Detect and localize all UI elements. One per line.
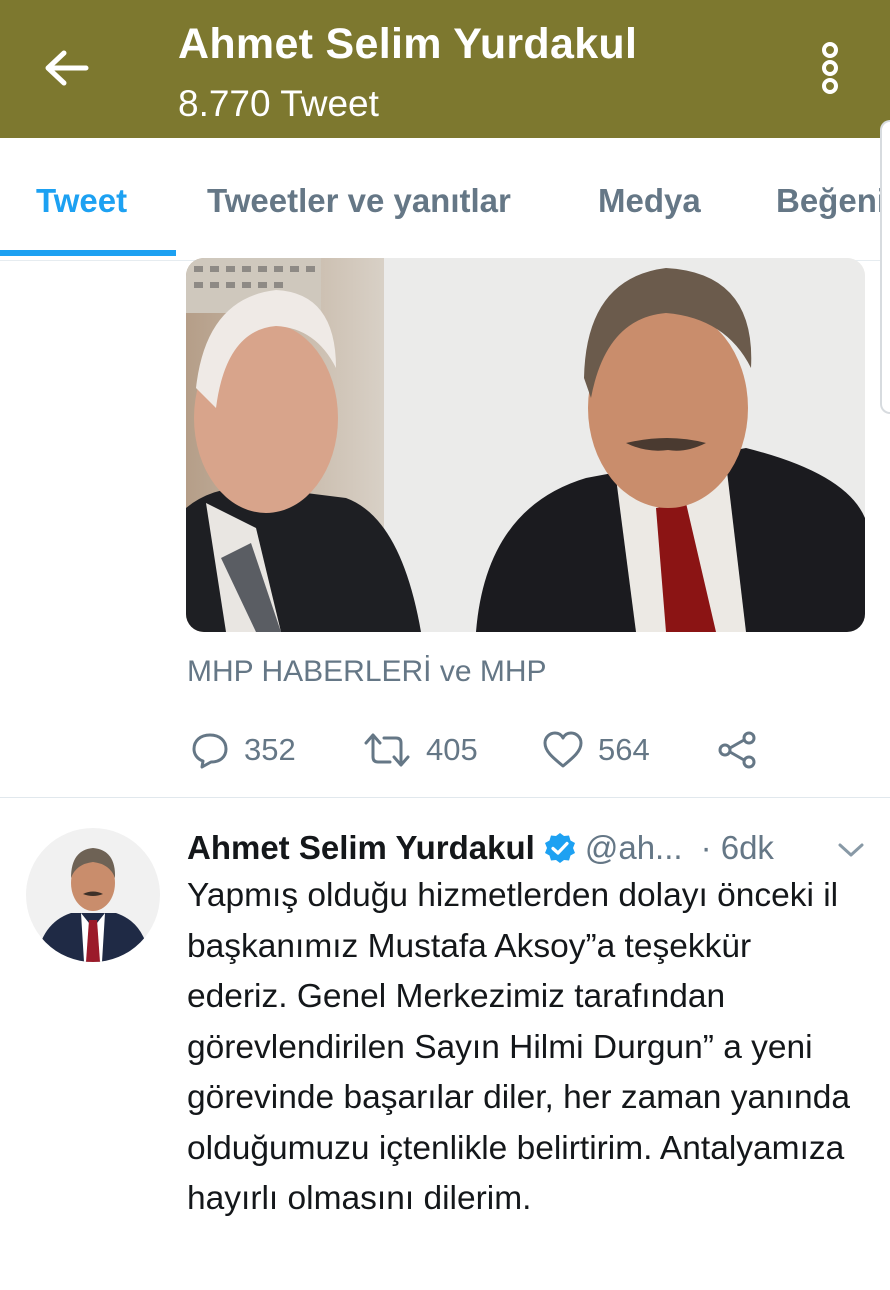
reply-button[interactable]: 352 [190, 725, 296, 775]
more-vertical-icon [822, 42, 838, 94]
avatar-image [26, 828, 160, 962]
scrollbar[interactable] [880, 120, 890, 414]
photo-image [186, 258, 865, 632]
tweet-divider [0, 797, 890, 798]
tweet-author-handle[interactable]: @ah... [585, 829, 683, 867]
tweet-options-button[interactable] [836, 838, 866, 862]
retweet-icon [364, 733, 410, 767]
active-tab-indicator [0, 250, 176, 256]
retweet-button[interactable]: 405 [362, 725, 478, 775]
like-button[interactable]: 564 [542, 725, 650, 775]
tweet-text: Yapmış olduğu hizmetlerden dolayı önceki… [187, 877, 850, 1217]
tweet-author-name[interactable]: Ahmet Selim Yurdakul [187, 829, 535, 867]
reply-icon [192, 733, 228, 769]
tweet-header: Ahmet Selim Yurdakul @ah... · 6dk [187, 826, 774, 870]
tweet-source-label[interactable]: MHP HABERLERİ ve MHP [187, 655, 547, 689]
profile-header: Ahmet Selim Yurdakul 8.770 Tweet [0, 0, 890, 138]
like-count: 564 [598, 732, 650, 767]
tweet-count: 8.770 Tweet [178, 83, 379, 124]
verified-badge-icon [544, 833, 575, 863]
reply-count: 352 [244, 732, 296, 767]
retweet-count: 405 [426, 732, 478, 767]
tab-tweets-and-replies[interactable]: Tweetler ve yanıtlar [207, 182, 511, 220]
page-title: Ahmet Selim Yurdakul [178, 20, 638, 68]
tab-likes[interactable]: Beğeni [776, 182, 886, 220]
share-icon [718, 731, 756, 769]
avatar[interactable] [26, 828, 160, 962]
like-icon [543, 731, 583, 768]
chevron-down-icon [838, 843, 864, 857]
back-button[interactable] [34, 38, 98, 102]
more-options-button[interactable] [808, 38, 852, 102]
share-button[interactable] [716, 725, 758, 775]
tweet-timestamp[interactable]: · 6dk [701, 829, 774, 867]
tab-tweet[interactable]: Tweet [36, 182, 127, 220]
tweet-photo[interactable] [186, 258, 865, 632]
tweet-actions: 352 405 564 [0, 725, 890, 775]
arrow-left-icon [45, 50, 89, 86]
profile-tabs: Tweet Tweetler ve yanıtlar Medya Beğeni [0, 138, 890, 261]
tab-media[interactable]: Medya [598, 182, 701, 220]
